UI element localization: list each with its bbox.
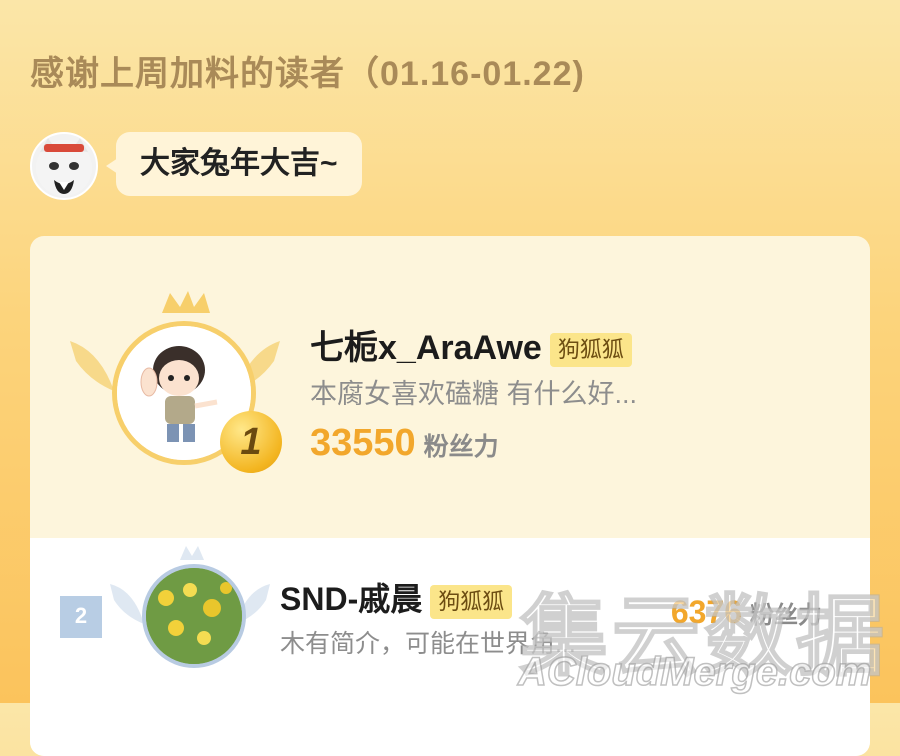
cat-mascot-icon	[36, 138, 92, 196]
rank-2-name[interactable]: SND-戚晨	[280, 581, 422, 617]
rank-2-name-row: SND-戚晨 狗狐狐	[280, 574, 513, 620]
rank-1-name-row: 七栀x_AraAwe 狗狐狐	[310, 320, 632, 369]
rank-1-bio: 本腐女喜欢磕糖 有什么好...	[310, 379, 638, 409]
host-avatar[interactable]	[30, 132, 98, 200]
rank-2-badge: 2	[60, 596, 102, 638]
rank-1-fans: 33550 粉丝力	[310, 422, 499, 465]
page-title: 感谢上周加料的读者（01.16-01.22)	[30, 55, 585, 93]
watermark-en: ACloudMerge.com	[517, 649, 872, 695]
greeting-bubble: 大家兔年大吉~	[106, 132, 362, 196]
rank-2-avatar[interactable]	[142, 564, 246, 668]
rank-1-avatar-frame: 1	[70, 291, 282, 491]
rank-1-name[interactable]: 七栀x_AraAwe	[310, 329, 542, 367]
rank-1-medal: 1	[220, 411, 282, 473]
yellow-flowers-icon	[146, 568, 242, 664]
rank-1-tag: 狗狐狐	[549, 333, 632, 368]
rank-1-fans-unit: 粉丝力	[423, 433, 499, 461]
rank-1-fans-value: 33550	[310, 422, 416, 464]
rank-2-tag: 狗狐狐	[430, 584, 513, 619]
